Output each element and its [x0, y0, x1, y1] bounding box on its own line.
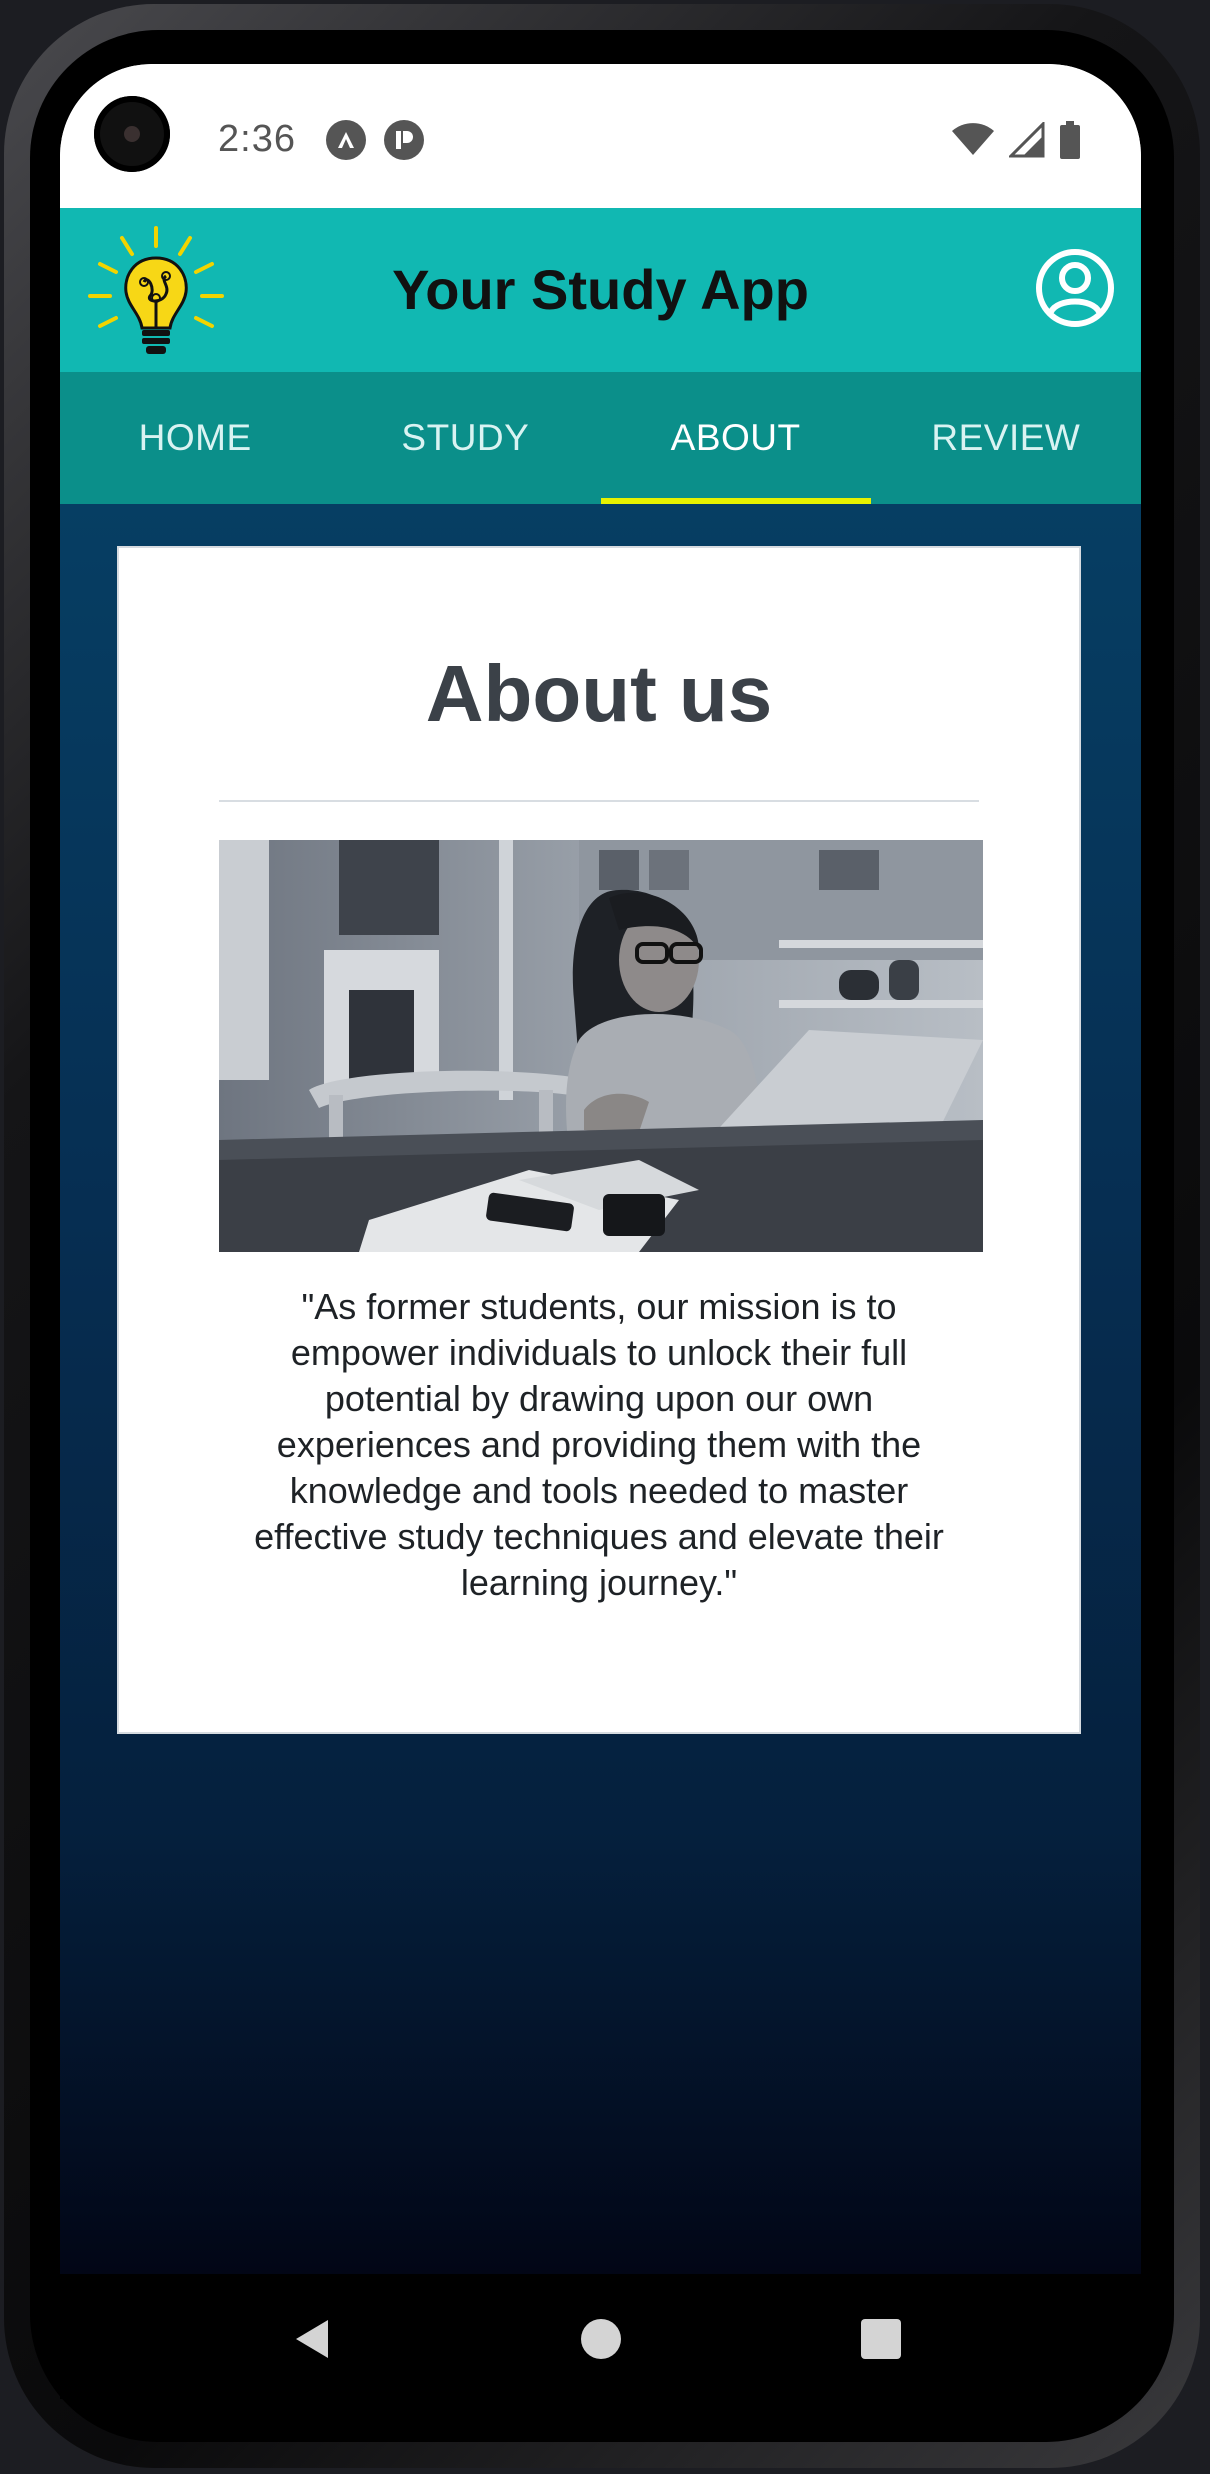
about-photo-illustration: [219, 840, 983, 1252]
app-bar: Your Study App: [60, 208, 1141, 372]
home-icon[interactable]: [580, 2318, 622, 2360]
notification-p-icon: [384, 120, 424, 160]
recents-icon[interactable]: [860, 2318, 902, 2360]
status-time: 2:36: [218, 118, 296, 160]
tab-home[interactable]: HOME: [60, 372, 330, 504]
system-navigation-bar: [60, 2274, 1141, 2399]
status-bar: 2:36: [60, 64, 1141, 208]
front-camera: [94, 96, 170, 172]
tab-about[interactable]: ABOUT: [600, 372, 872, 504]
tab-review[interactable]: REVIEW: [871, 372, 1141, 504]
signal-icon: [1009, 122, 1045, 158]
notification-a-icon: [326, 120, 366, 160]
about-photo: [219, 840, 983, 1252]
back-icon[interactable]: [292, 2318, 332, 2360]
device-screen: 2:36 Your Study App HOME STUDY ABOUT REV…: [60, 64, 1141, 2274]
tab-bar: HOME STUDY ABOUT REVIEW: [60, 372, 1141, 504]
page-title: About us: [425, 649, 773, 738]
battery-icon: [1060, 121, 1080, 159]
mission-quote: "As former students, our mission is to e…: [254, 1286, 944, 1603]
wifi-icon: [952, 123, 994, 155]
main-content: About us "As former students, our missio…: [60, 504, 1141, 2274]
about-card: About us "As former students, our missio…: [117, 546, 1081, 1734]
status-right-icons: [951, 120, 1081, 160]
divider: [219, 800, 979, 802]
account-circle-icon[interactable]: [1035, 248, 1115, 328]
tab-study[interactable]: STUDY: [330, 372, 600, 504]
app-title: Your Study App: [392, 258, 809, 321]
